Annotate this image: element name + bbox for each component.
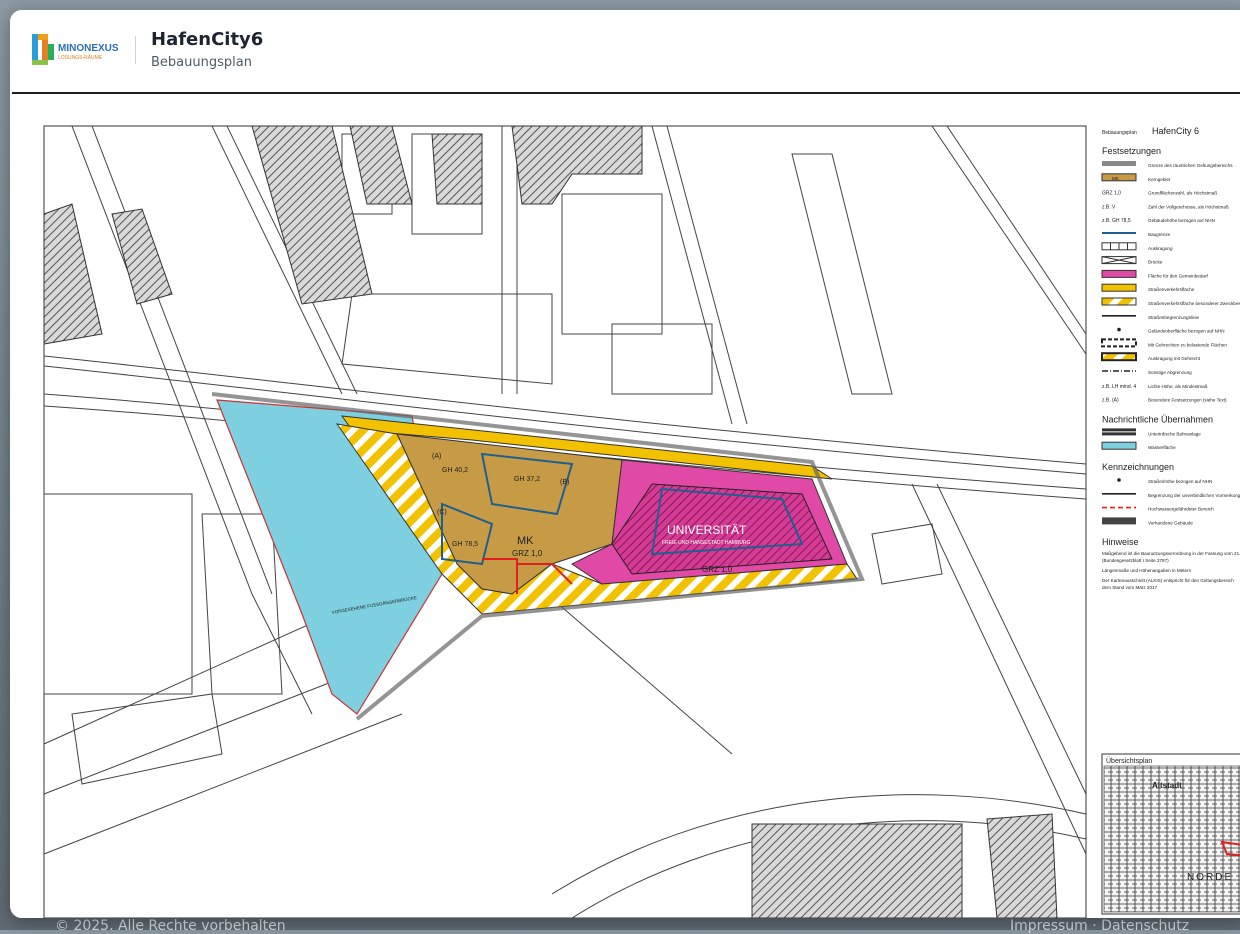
- legend-festsetzung-label: Auskragung mit Gehrecht: [1148, 356, 1201, 361]
- legend-festsetzung-code: z.B. GH 78,5: [1102, 218, 1131, 224]
- legend-festsetzung-label: Zahl der Vollgeschosse, als Höchstmaß: [1148, 204, 1229, 209]
- plan-legend: Bebauungsplan HafenCity 6 Festsetzungen …: [1101, 126, 1240, 590]
- legend-kennzeichnung-label: Hochwassergefährdeter Bereich: [1148, 507, 1214, 512]
- footer-copyright: © 2025. Alle Rechte vorbehalten: [55, 918, 286, 934]
- legend-festsetzung-item: Sonstige Abgrenzung: [1102, 370, 1192, 375]
- legend-festsetzung-item: Grenze des räumlichen Geltungsbereichs: [1102, 161, 1233, 168]
- legend-festsetzung-item: Straßenverkehrsfläche: [1101, 283, 1195, 292]
- label-c: (C): [437, 509, 447, 516]
- legend-festsetzung-label: Straßenverkehrsfläche: [1148, 287, 1195, 292]
- label-gh372: GH 37,2: [514, 476, 540, 483]
- legend-kennzeichnung-label: Straßenhöhe bezogen auf NHN: [1148, 479, 1212, 484]
- legend-festsetzung-item: z.B. (A) Besondere Festsetzungen (siehe T…: [1102, 398, 1227, 404]
- legend-festsetzung-item: GRZ 1,0 Grundflächenzahl, als Höchstmaß: [1102, 191, 1217, 197]
- legend-festsetzung-label: Brücke: [1148, 260, 1163, 265]
- legend-kennzeichnung-item: Begrenzung der unverbindlichen Vormerkun…: [1102, 493, 1240, 498]
- legend-festsetzung-item: Straßenverkehrsfläche besonderer Zweckbe…: [1101, 297, 1240, 306]
- label-b: (B): [560, 479, 569, 486]
- legend-festsetzung-label: Baugrenze: [1148, 232, 1171, 237]
- header-separator: [135, 36, 136, 64]
- legend-festsetzungen-heading: Festsetzungen: [1102, 146, 1161, 156]
- overview-map[interactable]: Übersichtsplan Altstadt NORDE: [1101, 753, 1240, 915]
- legend-hinweis-line: Maßgebend ist die Baunutzungsverordnung …: [1102, 551, 1240, 556]
- legend-kennzeichnung-item: Hochwassergefährdeter Bereich: [1102, 507, 1214, 512]
- label-gh785: GH 78,5: [452, 541, 478, 548]
- legend-festsetzung-item: Auskragung mit Gehrecht: [1101, 352, 1201, 362]
- legend-nachrichtlich-label: Wasserfläche: [1148, 445, 1176, 450]
- legend-festsetzung-label: Grundflächenzahl, als Höchstmaß: [1148, 191, 1217, 196]
- legend-festsetzung-code: GRZ 1,0: [1102, 191, 1121, 197]
- legend-sheet-name: HafenCity 6: [1152, 126, 1199, 136]
- legend-kennzeichnung-label: Begrenzung der unverbindlichen Vormerkun…: [1148, 493, 1240, 498]
- legend-festsetzung-label: Sonstige Abgrenzung: [1148, 370, 1192, 375]
- legend-festsetzung-item: MK Kerngebiet: [1101, 173, 1171, 182]
- legend-festsetzung-label: Mit Gehrechten zu belastende Flächen: [1148, 342, 1227, 347]
- legend-kennzeichnung-label: Vorhandene Gebäude: [1148, 520, 1193, 525]
- label-a: (A): [432, 453, 441, 460]
- legend-festsetzung-item: Fläche für den Gemeinbedarf: [1101, 269, 1208, 278]
- legend-hinweis-line: Längenmaße und Höhenangaben in Metern: [1102, 568, 1192, 573]
- legend-festsetzung-item: z.B. V Zahl der Vollgeschosse, als Höchst…: [1102, 204, 1229, 210]
- legend-festsetzung-item: Mit Gehrechten zu belastende Flächen: [1101, 338, 1227, 348]
- legend-hinweis-line: dem Stand vom März 2017: [1102, 585, 1158, 590]
- legend-nachrichtlich-item: Wasserfläche: [1101, 441, 1176, 450]
- overview-altstadt: Altstadt: [1152, 781, 1182, 790]
- legend-hinweise-heading: Hinweise: [1102, 537, 1139, 547]
- label-gh402: GH 40,2: [442, 467, 468, 474]
- legend-festsetzung-label: Lichte Höhe, als Mindestmaß: [1148, 384, 1208, 389]
- plan-card: MINONEXUS LÖSUNGS-RÄUME HafenCity6 Bebau…: [10, 10, 1240, 918]
- legend-festsetzung-item: Straßenbegrenzungslinie: [1102, 315, 1200, 320]
- legend-festsetzung-code: z.B. LH mind. 4: [1102, 384, 1136, 390]
- legend-festsetzung-code: z.B. V: [1102, 204, 1116, 210]
- label-university: UNIVERSITÄT: [667, 523, 747, 537]
- legend-festsetzung-item: Baugrenze: [1102, 232, 1171, 237]
- legend-festsetzung-label: Straßenbegrenzungslinie: [1148, 315, 1200, 320]
- legend-kennzeichnung-item: Vorhandene Gebäude: [1102, 517, 1193, 525]
- legend-festsetzung-label: Gebäudehöhe bezogen auf NHN: [1148, 218, 1215, 223]
- overview-norden: NORDE: [1187, 872, 1233, 883]
- legend-festsetzung-label: Grenze des räumlichen Geltungsbereichs: [1148, 163, 1233, 168]
- legend-sheet-prefix: Bebauungsplan: [1102, 130, 1137, 136]
- legend-festsetzung-label: Kerngebiet: [1148, 177, 1171, 182]
- legend-hinweis-line: Der Kartenausschnitt (ALKIS) entspricht …: [1102, 578, 1234, 583]
- legend-festsetzung-code: MK: [1112, 176, 1119, 181]
- legend-festsetzung-code: z.B. (A): [1102, 398, 1119, 404]
- bebauungsplan-drawing[interactable]: MK GRZ 1,0 GH 40,2 GH 37,2 GH 78,5 (A) (…: [12, 94, 1240, 918]
- legend-nachrichtlich-heading: Nachrichtliche Übernahmen: [1102, 414, 1213, 424]
- page-subtitle: Bebauungsplan: [151, 55, 252, 70]
- footer-links[interactable]: Impressum · Datenschutz: [1010, 918, 1189, 934]
- legend-festsetzung-label: Geländeoberfläche bezogen auf NHN: [1148, 329, 1225, 334]
- header: MINONEXUS LÖSUNGS-RÄUME HafenCity6 Bebau…: [10, 10, 1240, 92]
- label-grz: GRZ 1,0: [512, 549, 543, 558]
- label-mk: MK: [517, 535, 534, 547]
- legend-festsetzung-item: Geländeoberfläche bezogen auf NHN: [1117, 327, 1225, 334]
- logo-tagline: LÖSUNGS-RÄUME: [58, 54, 103, 61]
- plan-viewer[interactable]: MK GRZ 1,0 GH 40,2 GH 37,2 GH 78,5 (A) (…: [12, 94, 1240, 918]
- legend-kennzeichnung-item: Straßenhöhe bezogen auf NHN: [1117, 478, 1212, 484]
- page-title: HafenCity6: [151, 29, 264, 50]
- label-university-sub: FREIE UND HANSESTADT HAMBURG: [662, 540, 751, 546]
- legend-festsetzung-label: Besondere Festsetzungen (siehe Text): [1148, 398, 1227, 403]
- overview-title: Übersichtsplan: [1106, 757, 1152, 765]
- legend-festsetzung-item: Auskragung: [1101, 242, 1173, 251]
- legend-nachrichtlich-item: Unterirdische Bahnanlage: [1102, 428, 1201, 436]
- legend-festsetzung-label: Fläche für den Gemeinbedarf: [1148, 273, 1208, 278]
- legend-festsetzung-item: Brücke: [1101, 256, 1163, 265]
- legend-hinweis-line: (Bundesgesetzblatt I Seite 3787): [1102, 558, 1169, 563]
- legend-festsetzung-item: z.B. GH 78,5 Gebäudehöhe bezogen auf NHN: [1102, 218, 1215, 224]
- legend-festsetzung-item: z.B. LH mind. 4 Lichte Höhe, als Mindestm…: [1102, 384, 1208, 390]
- logo-wordmark: MINONEXUS: [58, 43, 119, 54]
- legend-nachrichtlich-label: Unterirdische Bahnanlage: [1148, 431, 1201, 436]
- legend-festsetzung-label: Auskragung: [1148, 246, 1173, 251]
- label-grz-university: GRZ 1,0: [702, 565, 733, 574]
- legend-kennzeichnungen-heading: Kennzeichnungen: [1102, 462, 1174, 472]
- legend-festsetzung-label: Straßenverkehrsfläche besonderer Zweckbe…: [1148, 301, 1240, 306]
- minonexus-logo[interactable]: MINONEXUS LÖSUNGS-RÄUME: [30, 30, 122, 70]
